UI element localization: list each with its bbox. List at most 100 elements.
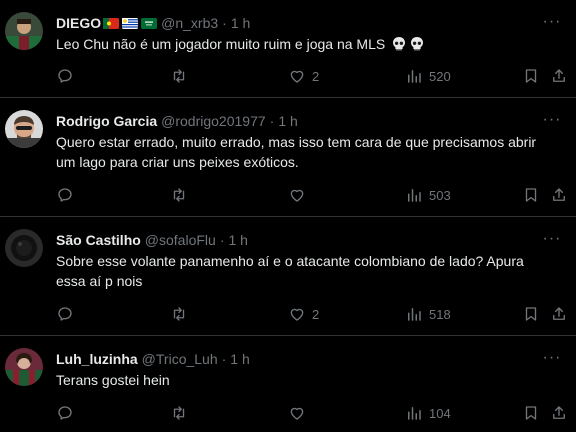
reply-button[interactable] (56, 404, 80, 422)
retweet-button[interactable] (170, 67, 194, 85)
bookmark-button[interactable] (522, 186, 540, 204)
retweet-icon (173, 307, 185, 321)
reply-icon (58, 69, 72, 83)
reply-feed: DIEGO @n_xrb3 · 1 h ··· Leo Chu não é um… (0, 0, 576, 432)
avatar[interactable] (5, 229, 43, 267)
tweet-text: Terans gostei hein (56, 372, 170, 388)
views-button[interactable]: 104 (405, 404, 451, 422)
views-count: 503 (429, 187, 451, 203)
tweet[interactable]: São Castilho @sofaloFlu · 1 h ··· Sobre … (0, 217, 576, 336)
more-options-button[interactable]: ··· (542, 348, 562, 368)
avatar-image (5, 229, 43, 267)
separator-dot: · (219, 232, 225, 248)
reply-button[interactable] (56, 305, 80, 323)
reply-button[interactable] (56, 67, 80, 85)
separator-dot: · (221, 351, 227, 367)
separator-dot: · (222, 15, 227, 31)
tweet-header: Luh_luzinha @Trico_Luh · 1 h (56, 349, 536, 369)
display-name[interactable]: Luh_luzinha (56, 351, 138, 367)
timestamp[interactable]: 1 h (229, 232, 248, 248)
views-icon (408, 189, 421, 202)
tweet-actions: 503 (56, 185, 565, 205)
retweet-icon (173, 69, 185, 83)
share-icon (553, 406, 565, 419)
more-options-button[interactable]: ··· (542, 229, 562, 249)
heart-icon (290, 189, 304, 202)
tweet-text: Sobre esse volante panamenho aí e o atac… (56, 253, 524, 289)
reply-icon (58, 188, 72, 202)
views-count: 518 (429, 306, 451, 322)
heart-icon (290, 407, 304, 420)
bookmark-icon (525, 69, 537, 83)
reply-button[interactable] (56, 186, 80, 204)
tweet-actions: 104 (56, 403, 565, 423)
tweet-header: Rodrigo Garcia @rodrigo201977 · 1 h (56, 111, 536, 131)
like-button[interactable]: 2 (288, 67, 319, 85)
avatar-image (5, 348, 43, 386)
views-icon (408, 407, 421, 420)
tweet[interactable]: Rodrigo Garcia @rodrigo201977 · 1 h ··· … (0, 98, 576, 217)
user-handle[interactable]: @n_xrb3 (161, 15, 218, 31)
reply-icon (58, 406, 72, 420)
views-button[interactable]: 520 (405, 67, 451, 85)
bookmark-button[interactable] (522, 305, 540, 323)
timestamp[interactable]: 1 h (278, 113, 297, 129)
display-name[interactable]: São Castilho (56, 232, 141, 248)
flag-emojis (103, 17, 158, 29)
separator-dot: · (269, 113, 275, 129)
flag-uruguay-icon (122, 17, 139, 29)
views-count: 520 (429, 68, 451, 84)
like-count: 2 (312, 306, 320, 322)
views-icon (408, 308, 421, 321)
views-button[interactable]: 503 (405, 186, 451, 204)
avatar[interactable] (5, 12, 43, 50)
timestamp[interactable]: 1 h (230, 351, 249, 367)
heart-icon (290, 308, 304, 321)
like-button[interactable]: 2 (288, 305, 319, 323)
user-handle[interactable]: @rodrigo201977 (161, 113, 266, 129)
avatar[interactable] (5, 110, 43, 148)
user-handle[interactable]: @sofaloFlu (145, 232, 216, 248)
bookmark-button[interactable] (522, 67, 540, 85)
retweet-icon (173, 406, 185, 420)
tweet-actions: 2 520 (56, 66, 565, 86)
display-name[interactable]: Rodrigo Garcia (56, 113, 157, 129)
flag-portugal-icon (103, 17, 120, 29)
share-icon (553, 69, 565, 82)
timestamp[interactable]: 1 h (231, 15, 250, 31)
display-name[interactable]: DIEGO (56, 15, 101, 31)
tweet-text: Quero estar errado, muito errado, mas is… (56, 134, 537, 170)
views-count: 104 (429, 405, 451, 421)
user-handle[interactable]: @Trico_Luh (142, 351, 218, 367)
share-button[interactable] (550, 305, 568, 323)
share-button[interactable] (550, 404, 568, 422)
retweet-icon (173, 188, 185, 202)
retweet-button[interactable] (170, 305, 194, 323)
reply-icon (58, 307, 72, 321)
tweet-header: São Castilho @sofaloFlu · 1 h (56, 230, 536, 250)
bookmark-icon (525, 188, 537, 202)
like-button[interactable] (288, 404, 312, 422)
tweet-actions: 2 518 (56, 304, 565, 324)
retweet-button[interactable] (170, 404, 194, 422)
more-options-button[interactable]: ··· (542, 12, 562, 32)
avatar[interactable] (5, 348, 43, 386)
heart-icon (290, 70, 304, 83)
bookmark-icon (525, 307, 537, 321)
share-icon (553, 307, 565, 320)
views-button[interactable]: 518 (405, 305, 451, 323)
more-options-button[interactable]: ··· (542, 110, 562, 130)
share-button[interactable] (550, 186, 568, 204)
bookmark-button[interactable] (522, 404, 540, 422)
like-button[interactable] (288, 186, 312, 204)
tweet-text-content: Leo Chu não é um jogador muito ruim e jo… (56, 36, 386, 52)
skull-emoji-icon (411, 37, 424, 51)
share-icon (553, 188, 565, 201)
bookmark-icon (525, 406, 537, 420)
like-count: 2 (312, 68, 320, 84)
share-button[interactable] (550, 67, 568, 85)
retweet-button[interactable] (170, 186, 194, 204)
tweet[interactable]: DIEGO @n_xrb3 · 1 h ··· Leo Chu não é um… (0, 0, 576, 98)
views-icon (408, 70, 421, 83)
tweet[interactable]: Luh_luzinha @Trico_Luh · 1 h ··· Terans … (0, 336, 576, 432)
